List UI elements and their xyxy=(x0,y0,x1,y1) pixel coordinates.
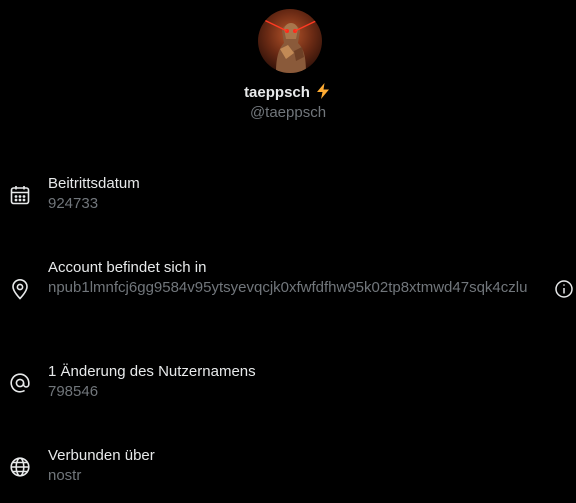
row-label: 1 Änderung des Nutzernamens xyxy=(48,363,256,380)
avatar[interactable] xyxy=(258,9,322,73)
handle: @taeppsch xyxy=(249,104,327,121)
row-label: Verbunden über xyxy=(48,447,155,464)
display-name-text: taeppsch xyxy=(244,84,310,101)
location-pin-icon xyxy=(9,278,31,300)
row-value: 924733 xyxy=(48,195,99,212)
info-icon[interactable] xyxy=(554,279,574,299)
row-label: Beitrittsdatum xyxy=(48,175,140,192)
row-value: npub1lmnfcj6gg9584v95ytsyevqcjk0xfwfdfhw… xyxy=(48,279,528,296)
globe-icon xyxy=(9,456,31,478)
at-sign-icon xyxy=(9,372,31,394)
row-value: 798546 xyxy=(48,383,99,400)
calendar-icon xyxy=(9,184,31,206)
row-label: Account befindet sich in xyxy=(48,259,207,276)
row-value: nostr xyxy=(48,467,82,484)
